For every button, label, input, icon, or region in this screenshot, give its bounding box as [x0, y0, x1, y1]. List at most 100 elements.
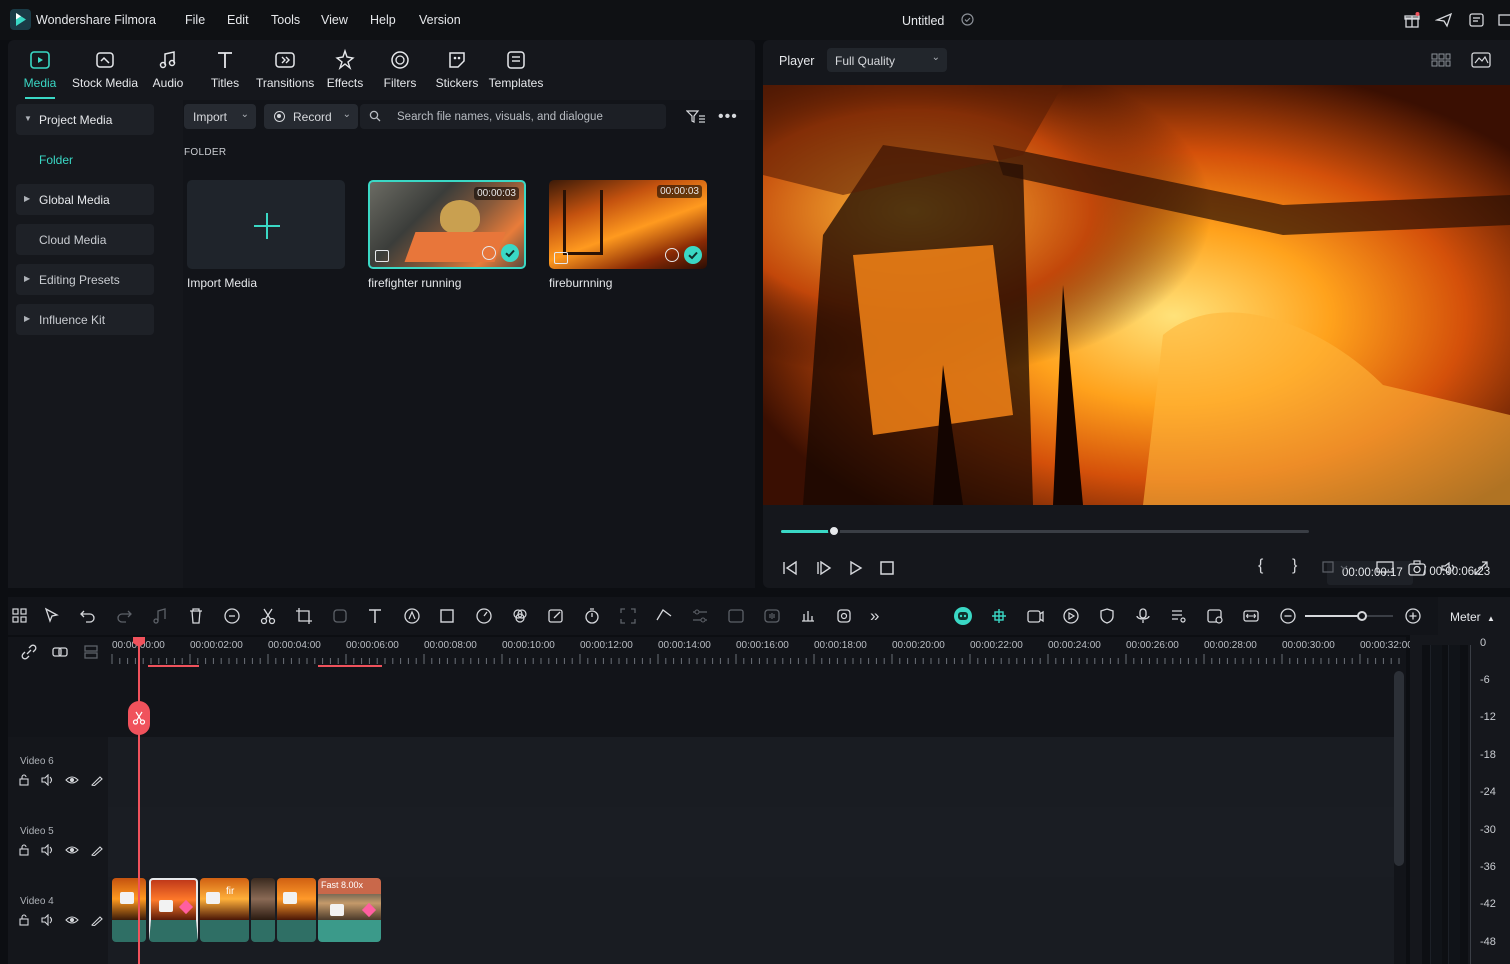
- marker-shield-icon[interactable]: [1097, 606, 1117, 626]
- menu-help[interactable]: Help: [370, 13, 396, 27]
- mark-out-icon[interactable]: }: [1292, 557, 1297, 575]
- track-lock-icon[interactable]: [18, 774, 30, 786]
- timeline-clip[interactable]: fir: [200, 878, 249, 942]
- feedback-icon[interactable]: [1468, 11, 1486, 29]
- track-lock-icon[interactable]: [18, 914, 30, 926]
- tab-stock-media[interactable]: Stock Media: [70, 44, 140, 94]
- text-tool-icon[interactable]: [366, 606, 386, 626]
- playback-scrubber-handle[interactable]: [827, 525, 840, 537]
- shape-mask-icon[interactable]: [438, 606, 458, 626]
- color-icon[interactable]: [510, 606, 530, 626]
- more-options-icon[interactable]: •••: [718, 108, 738, 126]
- crop-icon[interactable]: [294, 606, 314, 626]
- menu-version[interactable]: Version: [419, 13, 461, 27]
- text-ai-icon[interactable]: [726, 606, 746, 626]
- image-scope-icon[interactable]: [1471, 52, 1491, 68]
- layout-grid-icon[interactable]: [10, 606, 30, 626]
- link-clips-icon[interactable]: [51, 643, 69, 661]
- meter-dropdown[interactable]: Meter ▲: [1438, 597, 1510, 635]
- timeline-clip[interactable]: [112, 878, 146, 942]
- gift-icon[interactable]: [1403, 11, 1421, 29]
- snap-magnet-icon[interactable]: [989, 606, 1009, 626]
- auto-highlight-icon[interactable]: [1025, 606, 1045, 626]
- timeline-clip-selected[interactable]: [149, 878, 198, 942]
- ai-copilot-icon[interactable]: [953, 606, 973, 626]
- zoom-out-icon[interactable]: [1278, 606, 1298, 626]
- sidebar-item-editing-presets[interactable]: ▶ Editing Presets: [16, 264, 154, 295]
- more-tools-chevron-icon[interactable]: »: [870, 606, 890, 626]
- snapshot-camera-icon[interactable]: [1407, 559, 1427, 577]
- track-volume-icon[interactable]: [41, 774, 55, 786]
- clip-settings-icon[interactable]: [1205, 606, 1225, 626]
- select-tool-icon[interactable]: [42, 606, 62, 626]
- microphone-icon[interactable]: [1133, 606, 1153, 626]
- menu-view[interactable]: View: [321, 13, 348, 27]
- keyframe-path-icon[interactable]: [654, 606, 674, 626]
- media-thumbnail-firefighter-running[interactable]: 00:00:03: [368, 180, 526, 269]
- timer-icon[interactable]: [582, 606, 602, 626]
- sidebar-item-project-media[interactable]: ▼ Project Media: [16, 104, 154, 135]
- tab-effects[interactable]: Effects: [325, 44, 365, 94]
- next-frame-icon[interactable]: [815, 559, 833, 577]
- zoom-slider-track[interactable]: [1305, 611, 1393, 621]
- filter-sort-icon[interactable]: [686, 109, 706, 125]
- zoom-slider-handle[interactable]: [1357, 611, 1368, 621]
- sidebar-item-global-media[interactable]: ▶ Global Media: [16, 184, 154, 215]
- display-settings-icon[interactable]: [1375, 559, 1395, 577]
- split-scissors-icon[interactable]: [258, 606, 278, 626]
- ripple-delete-icon[interactable]: [222, 606, 242, 626]
- import-button[interactable]: Import ⌄: [184, 104, 256, 129]
- playback-progress-track[interactable]: [781, 525, 1309, 537]
- track-visibility-eye-icon[interactable]: [65, 914, 79, 926]
- speed-icon[interactable]: [474, 606, 494, 626]
- audio-mixer-icon[interactable]: [798, 606, 818, 626]
- track-auto-edit-icon[interactable]: [90, 914, 104, 926]
- tab-stickers[interactable]: Stickers: [435, 44, 479, 94]
- track-lock-icon[interactable]: [18, 844, 30, 856]
- timeline-ruler[interactable]: 00:00:00:0000:00:02:0000:00:04:0000:00:0…: [108, 637, 1413, 667]
- delete-icon[interactable]: [186, 606, 206, 626]
- track-lane-video-5[interactable]: [108, 807, 1394, 877]
- record-button[interactable]: Record ⌄: [264, 104, 358, 129]
- transform-icon[interactable]: [330, 606, 350, 626]
- unlink-icon[interactable]: [20, 643, 38, 661]
- track-volume-icon[interactable]: [41, 914, 55, 926]
- tab-templates[interactable]: Templates: [488, 44, 544, 94]
- mark-in-icon[interactable]: {: [1258, 557, 1263, 575]
- tab-audio[interactable]: Audio: [149, 44, 187, 94]
- playhead-line[interactable]: [138, 637, 140, 964]
- sidebar-item-folder[interactable]: Folder: [16, 144, 154, 175]
- track-visibility-eye-icon[interactable]: [65, 774, 79, 786]
- previous-frame-icon[interactable]: [781, 559, 799, 577]
- edit-image-icon[interactable]: [546, 606, 566, 626]
- zoom-in-icon[interactable]: [1403, 606, 1423, 626]
- audio-wave-icon[interactable]: [762, 606, 782, 626]
- timeline-clip[interactable]: [277, 878, 316, 942]
- volume-icon[interactable]: [1439, 559, 1459, 577]
- fullscreen-icon[interactable]: [1472, 559, 1490, 577]
- stabilize-icon[interactable]: [834, 606, 854, 626]
- audio-detach-icon[interactable]: [150, 606, 170, 626]
- sidebar-item-influence-kit[interactable]: ▶ Influence Kit: [16, 304, 154, 335]
- render-preview-icon[interactable]: [1061, 606, 1081, 626]
- timeline-scrollbar[interactable]: [1394, 667, 1406, 964]
- quality-dropdown[interactable]: Full Quality ⌄: [827, 48, 947, 72]
- fit-timeline-icon[interactable]: [1241, 606, 1261, 626]
- timeline-clip[interactable]: [251, 878, 275, 942]
- ai-tool-icon[interactable]: [402, 606, 422, 626]
- track-auto-edit-icon[interactable]: [90, 774, 104, 786]
- smart-cutout-icon[interactable]: [618, 606, 638, 626]
- track-auto-edit-icon[interactable]: [90, 844, 104, 856]
- track-visibility-eye-icon[interactable]: [65, 844, 79, 856]
- timeline-scrollbar-thumb[interactable]: [1394, 671, 1404, 866]
- adjust-sliders-icon[interactable]: [690, 606, 710, 626]
- track-manager-icon[interactable]: [82, 643, 100, 661]
- tab-media[interactable]: Media: [22, 44, 58, 94]
- menu-edit[interactable]: Edit: [227, 13, 249, 27]
- video-preview[interactable]: [763, 85, 1510, 505]
- import-media-card[interactable]: [187, 180, 345, 269]
- track-volume-icon[interactable]: [41, 844, 55, 856]
- redo-icon[interactable]: [114, 606, 134, 626]
- send-icon[interactable]: [1435, 11, 1453, 29]
- audio-list-icon[interactable]: [1169, 606, 1189, 626]
